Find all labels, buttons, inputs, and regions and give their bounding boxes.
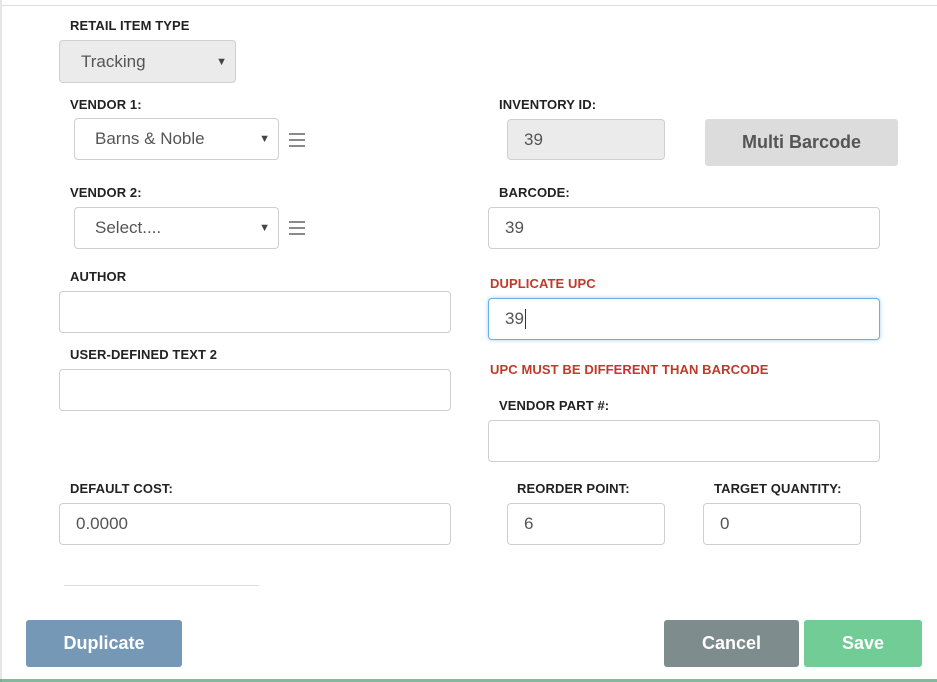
target-quantity-label: TARGET QUANTITY:: [714, 481, 842, 496]
vendor2-value: Select....: [95, 218, 162, 237]
dialog-top-border: [0, 0, 937, 6]
barcode-value: 39: [505, 218, 524, 237]
cancel-button[interactable]: Cancel: [664, 620, 799, 667]
duplicate-upc-label: DUPLICATE UPC: [490, 276, 596, 291]
author-input[interactable]: [59, 291, 451, 333]
multi-barcode-button[interactable]: Multi Barcode: [705, 119, 898, 166]
vendor1-value: Barns & Noble: [95, 129, 205, 148]
user-defined-text-2-input[interactable]: [59, 369, 451, 411]
reorder-point-input[interactable]: 6: [507, 503, 665, 545]
retail-item-type-label: RETAIL ITEM TYPE: [70, 18, 190, 33]
vendor1-label: VENDOR 1:: [70, 97, 142, 112]
vendor-part-input[interactable]: [488, 420, 880, 462]
save-button[interactable]: Save: [804, 620, 922, 667]
author-label: AUTHOR: [70, 269, 127, 284]
barcode-label: BARCODE:: [499, 185, 570, 200]
reorder-point-label: REORDER POINT:: [517, 481, 630, 496]
vendor2-select[interactable]: Select.... ▼: [74, 207, 279, 249]
retail-item-type-select[interactable]: Tracking ▼: [59, 40, 236, 83]
inventory-id-value: 39: [524, 129, 543, 149]
default-cost-input[interactable]: 0.0000: [59, 503, 451, 545]
retail-item-type-value: Tracking: [81, 51, 146, 71]
target-quantity-input[interactable]: 0: [703, 503, 861, 545]
barcode-input[interactable]: 39: [488, 207, 880, 249]
target-quantity-value: 0: [720, 514, 730, 533]
chevron-down-icon: ▼: [259, 133, 270, 145]
default-cost-value: 0.0000: [76, 514, 128, 533]
vendor-part-label: VENDOR PART #:: [499, 398, 610, 413]
upc-value: 39: [505, 309, 524, 328]
chevron-down-icon: ▼: [259, 222, 270, 234]
divider: [64, 585, 259, 586]
vendor2-label: VENDOR 2:: [70, 185, 142, 200]
user-defined-text-2-label: USER-DEFINED TEXT 2: [70, 347, 218, 362]
chevron-down-icon: ▼: [216, 55, 227, 68]
inventory-id-input: 39: [507, 119, 665, 160]
vendor1-list-icon[interactable]: [289, 133, 305, 147]
vendor2-list-icon[interactable]: [289, 221, 305, 235]
duplicate-button[interactable]: Duplicate: [26, 620, 182, 667]
inventory-id-label: INVENTORY ID:: [499, 97, 597, 112]
upc-input[interactable]: 39: [488, 298, 880, 340]
default-cost-label: DEFAULT COST:: [70, 481, 173, 496]
upc-error-message: UPC MUST BE DIFFERENT THAN BARCODE: [490, 362, 769, 377]
dialog-left-border: [0, 0, 2, 682]
reorder-point-value: 6: [524, 514, 534, 533]
vendor1-select[interactable]: Barns & Noble ▼: [74, 118, 279, 160]
text-cursor: [524, 309, 526, 329]
